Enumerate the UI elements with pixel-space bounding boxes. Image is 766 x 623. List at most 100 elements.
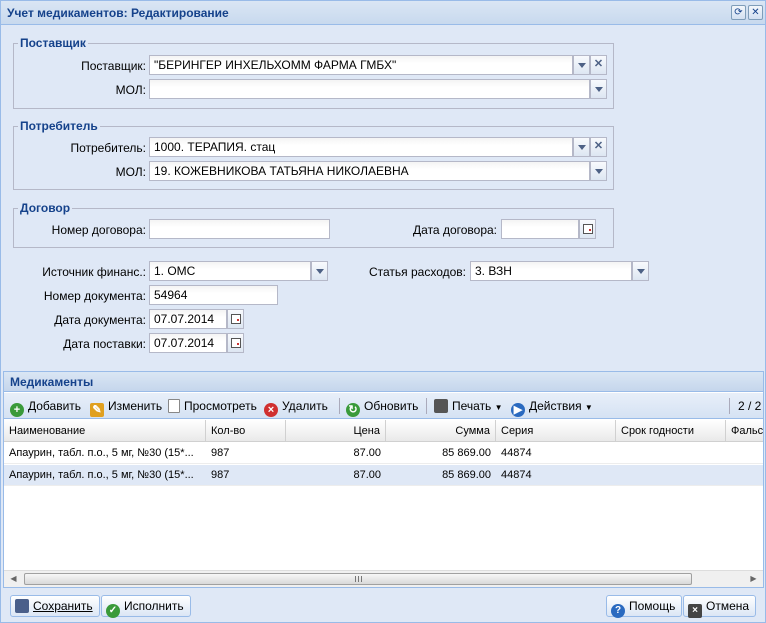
consumer-mol-label: МОЛ: bbox=[115, 165, 146, 179]
contract-date-label: Дата договора: bbox=[413, 223, 497, 237]
medications-header: Медикаменты bbox=[4, 372, 763, 392]
close-icon: × bbox=[688, 604, 702, 618]
supplier-dropdown-trigger[interactable] bbox=[573, 55, 590, 75]
column-header-sum[interactable]: Сумма bbox=[386, 420, 496, 442]
delete-button-label: Удалить bbox=[282, 399, 328, 413]
supplier-legend: Поставщик bbox=[20, 36, 86, 50]
refresh-button[interactable]: ↻ Обновить bbox=[346, 397, 419, 417]
print-button-label: Печать bbox=[452, 399, 492, 413]
add-button[interactable]: + Добавить bbox=[10, 397, 82, 417]
check-icon: ✓ bbox=[106, 604, 120, 618]
cell-price: 87.00 bbox=[353, 447, 381, 459]
edit-window: Учет медикаментов: Редактирование ⟳ ✕ По… bbox=[0, 0, 766, 623]
cell-series: 44874 bbox=[501, 469, 532, 481]
finance-source-combo[interactable]: 1. ОМС bbox=[149, 261, 311, 281]
scroll-left-icon[interactable]: ◀ bbox=[6, 572, 21, 586]
print-menu-button[interactable]: Печать ▼ bbox=[434, 397, 503, 415]
refresh-button-label: Обновить bbox=[364, 399, 419, 413]
help-button[interactable]: ? Помощь bbox=[606, 595, 683, 618]
help-icon: ? bbox=[611, 604, 625, 618]
toolbar-separator bbox=[339, 398, 340, 414]
add-icon: + bbox=[10, 403, 24, 417]
scroll-right-icon[interactable]: ▶ bbox=[746, 572, 761, 586]
supplier-mol-combo[interactable] bbox=[149, 79, 590, 99]
supplier-clear-button[interactable]: ✕ bbox=[590, 55, 607, 75]
cell-name: Апаурин, табл. п.о., 5 мг, №30 (15*... bbox=[9, 469, 194, 481]
finance-source-label: Источник финанс.: bbox=[42, 265, 146, 279]
pencil-icon: ✎ bbox=[90, 403, 104, 417]
document-form: Поставщик Поставщик: "БЕРИНГЕР ИНХЕЛЬХОМ… bbox=[3, 26, 764, 366]
consumer-legend: Потребитель bbox=[20, 119, 98, 133]
cell-expiry bbox=[616, 443, 726, 464]
column-header-expiry[interactable]: Срок годности bbox=[616, 420, 726, 442]
consumer-clear-button[interactable]: ✕ bbox=[590, 137, 607, 157]
doc-date-input[interactable]: 07.07.2014 bbox=[149, 309, 227, 329]
contract-number-label: Номер договора: bbox=[51, 223, 146, 237]
column-header-name[interactable]: Наименование bbox=[4, 420, 206, 442]
edit-button[interactable]: ✎ Изменить bbox=[90, 397, 162, 417]
actions-menu-button[interactable]: ▶ Действия ▼ bbox=[511, 397, 593, 417]
delete-icon: × bbox=[264, 403, 278, 417]
contract-number-input[interactable] bbox=[149, 219, 330, 239]
medications-panel: Медикаменты + Добавить ✎ Изменить Просмотр… bbox=[3, 371, 764, 588]
contract-date-calendar-icon[interactable] bbox=[579, 219, 596, 239]
cell-qty: 987 bbox=[211, 469, 230, 481]
contract-legend: Договор bbox=[20, 201, 71, 215]
contract-date-input[interactable] bbox=[501, 219, 579, 239]
save-button[interactable]: Сохранить bbox=[10, 595, 100, 617]
table-row[interactable]: Апаурин, табл. п.о., 5 мг, №30 (15*... 9… bbox=[4, 443, 763, 464]
column-header-series[interactable]: Серия bbox=[496, 420, 616, 442]
medications-title: Медикаменты bbox=[10, 375, 94, 389]
save-button-label: Сохранить bbox=[33, 599, 93, 613]
expense-item-combo[interactable]: 3. ВЗН bbox=[470, 261, 632, 281]
floppy-disk-icon bbox=[15, 599, 29, 613]
toolbar-separator bbox=[426, 398, 427, 414]
medications-toolbar: + Добавить ✎ Изменить Просмотреть × Удалить… bbox=[4, 393, 763, 419]
chevron-down-icon: ▼ bbox=[494, 403, 503, 412]
grid-header: Наименование Кол-во Цена Сумма Серия Сро… bbox=[4, 420, 763, 442]
add-button-label: Добавить bbox=[28, 399, 82, 413]
execute-button-label: Исполнить bbox=[124, 599, 184, 613]
toolbar-separator bbox=[729, 398, 730, 414]
consumer-combo[interactable]: 1000. ТЕРАПИЯ. стац bbox=[149, 137, 573, 157]
supplier-combo[interactable]: "БЕРИНГЕР ИНХЕЛЬХОММ ФАРМА ГМБХ" bbox=[149, 55, 573, 75]
column-header-falsified[interactable]: Фальс bbox=[726, 420, 763, 442]
document-icon bbox=[168, 399, 180, 413]
page-info: 2 / 2 bbox=[738, 399, 762, 413]
expense-item-dropdown-trigger[interactable] bbox=[632, 261, 649, 281]
scrollbar-thumb[interactable] bbox=[24, 573, 692, 585]
consumer-dropdown-trigger[interactable] bbox=[573, 137, 590, 157]
cell-sum: 85 869.00 bbox=[442, 447, 491, 459]
view-button[interactable]: Просмотреть bbox=[168, 397, 257, 415]
doc-date-label: Дата документа: bbox=[54, 313, 146, 327]
execute-button[interactable]: ✓ Исполнить bbox=[101, 595, 191, 618]
refresh-icon: ↻ bbox=[346, 403, 360, 417]
delivery-date-calendar-icon[interactable] bbox=[227, 333, 244, 353]
window-titlebar[interactable]: Учет медикаментов: Редактирование ⟳ ✕ bbox=[1, 1, 765, 25]
cell-expiry bbox=[616, 465, 726, 486]
delivery-date-input[interactable]: 07.07.2014 bbox=[149, 333, 227, 353]
consumer-mol-dropdown-trigger[interactable] bbox=[590, 161, 607, 181]
chevron-down-icon: ▼ bbox=[584, 403, 593, 412]
table-row[interactable]: Апаурин, табл. п.о., 5 мг, №30 (15*... 9… bbox=[4, 465, 763, 486]
supplier-label: Поставщик: bbox=[81, 59, 146, 73]
column-header-price[interactable]: Цена bbox=[286, 420, 386, 442]
delete-button[interactable]: × Удалить bbox=[264, 397, 328, 417]
cell-qty: 987 bbox=[211, 447, 230, 459]
doc-number-label: Номер документа: bbox=[43, 289, 146, 303]
close-icon[interactable]: ✕ bbox=[748, 5, 763, 20]
column-header-qty[interactable]: Кол-во bbox=[206, 420, 286, 442]
doc-number-input[interactable]: 54964 bbox=[149, 285, 278, 305]
consumer-label: Потребитель: bbox=[70, 141, 146, 155]
window-title: Учет медикаментов: Редактирование bbox=[7, 6, 229, 20]
doc-date-calendar-icon[interactable] bbox=[227, 309, 244, 329]
supplier-mol-dropdown-trigger[interactable] bbox=[590, 79, 607, 99]
refresh-icon[interactable]: ⟳ bbox=[731, 5, 746, 20]
expense-item-label: Статья расходов: bbox=[368, 265, 466, 279]
horizontal-scrollbar[interactable]: ◀ ▶ bbox=[4, 570, 763, 587]
consumer-mol-combo[interactable]: 19. КОЖЕВНИКОВА ТАТЬЯНА НИКОЛАЕВНА bbox=[149, 161, 590, 181]
cancel-button[interactable]: × Отмена bbox=[683, 595, 757, 618]
delivery-date-label: Дата поставки: bbox=[63, 337, 146, 351]
cell-series: 44874 bbox=[501, 447, 532, 459]
finance-source-dropdown-trigger[interactable] bbox=[311, 261, 328, 281]
